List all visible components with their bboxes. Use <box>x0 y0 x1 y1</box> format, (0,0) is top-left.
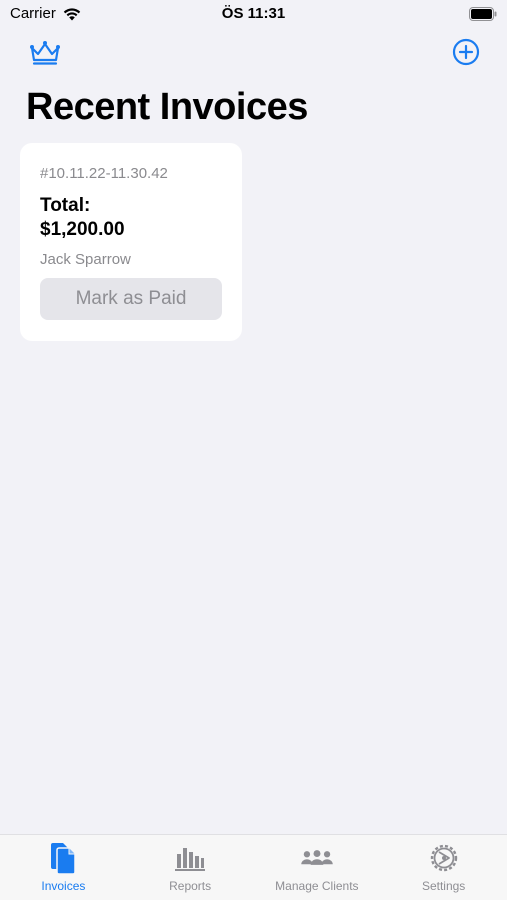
bar-chart-icon <box>173 841 207 875</box>
add-invoice-button[interactable] <box>451 38 481 71</box>
tab-label: Reports <box>169 879 212 893</box>
people-icon <box>300 841 334 875</box>
tab-manage-clients[interactable]: Manage Clients <box>254 835 381 900</box>
crown-icon <box>28 40 62 71</box>
tab-label: Invoices <box>41 879 86 893</box>
nav-bar <box>0 36 507 76</box>
plus-circle-icon <box>452 38 480 71</box>
tab-bar: Invoices Reports Manage Clients Settings <box>0 834 507 900</box>
invoice-card[interactable]: #10.11.22-11.30.42 Total: $1,200.00 Jack… <box>20 143 242 341</box>
tab-invoices[interactable]: Invoices <box>0 835 127 900</box>
tab-label: Settings <box>421 879 466 893</box>
invoice-number: #10.11.22-11.30.42 <box>40 165 168 182</box>
total-amount: $1,200.00 <box>40 219 125 240</box>
total-label: Total: <box>40 195 91 216</box>
premium-button[interactable] <box>27 40 63 70</box>
battery-icon <box>469 7 497 21</box>
tab-settings[interactable]: Settings <box>380 835 507 900</box>
client-name: Jack Sparrow <box>40 251 131 268</box>
status-bar: Carrier ÖS 11:31 <box>0 0 507 30</box>
documents-icon <box>46 841 80 875</box>
page-title: Recent Invoices <box>26 86 308 128</box>
gear-icon <box>427 841 461 875</box>
mark-as-paid-button[interactable]: Mark as Paid <box>40 278 222 320</box>
clock: ÖS 11:31 <box>221 5 286 22</box>
tab-label: Manage Clients <box>275 879 359 893</box>
tab-reports[interactable]: Reports <box>127 835 254 900</box>
